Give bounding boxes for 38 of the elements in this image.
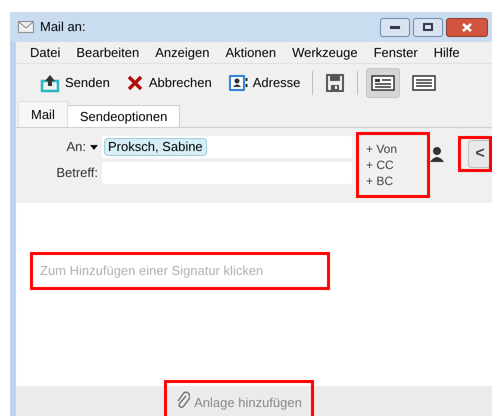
- restore-icon: [423, 23, 433, 31]
- tab[interactable]: Mail: [18, 101, 68, 127]
- toolbar-button[interactable]: Adresse: [224, 68, 304, 98]
- contact-card-icon: [228, 73, 248, 93]
- to-label: An:: [66, 138, 86, 156]
- minimize-icon: [390, 25, 400, 29]
- window-title: Mail an:: [40, 18, 86, 36]
- x-icon: [126, 74, 144, 92]
- paperclip-icon: [176, 391, 190, 409]
- add-field-link[interactable]: + BC: [366, 173, 394, 189]
- toolbar-button[interactable]: Senden: [36, 68, 114, 98]
- dropdown-icon[interactable]: [90, 144, 98, 150]
- toolbar-button[interactable]: Abbrechen: [122, 68, 216, 98]
- layout-icon: [371, 75, 396, 91]
- save-icon: [325, 73, 346, 93]
- add-field-link[interactable]: + CC: [366, 157, 394, 173]
- close-button[interactable]: [446, 18, 488, 36]
- tab[interactable]: Sendeoptionen: [68, 105, 180, 127]
- menu-item[interactable]: Hilfe: [434, 42, 460, 62]
- person-icon[interactable]: [430, 146, 444, 162]
- menu-item[interactable]: Werkzeuge: [292, 42, 358, 62]
- upload-icon: [40, 73, 60, 93]
- collapse-button[interactable]: <: [468, 140, 492, 168]
- toolbar-icon-button[interactable]: [366, 68, 400, 98]
- menu-item[interactable]: Fenster: [374, 42, 418, 62]
- layout-icon: [412, 75, 436, 91]
- menu-item[interactable]: Bearbeiten: [76, 42, 140, 62]
- to-field[interactable]: Proksch, Sabine: [102, 136, 352, 158]
- recipient-chip[interactable]: Proksch, Sabine: [104, 138, 207, 156]
- menu-item[interactable]: Aktionen: [225, 42, 276, 62]
- menu-item[interactable]: Datei: [30, 42, 60, 62]
- minimize-button[interactable]: [380, 18, 410, 36]
- maximize-button[interactable]: [413, 18, 443, 36]
- add-field-link[interactable]: + Von: [366, 141, 398, 157]
- subject-label: Betreff:: [56, 164, 98, 182]
- close-icon: [462, 22, 472, 32]
- envelope-icon: [18, 21, 34, 33]
- menu-item[interactable]: Anzeigen: [155, 42, 210, 62]
